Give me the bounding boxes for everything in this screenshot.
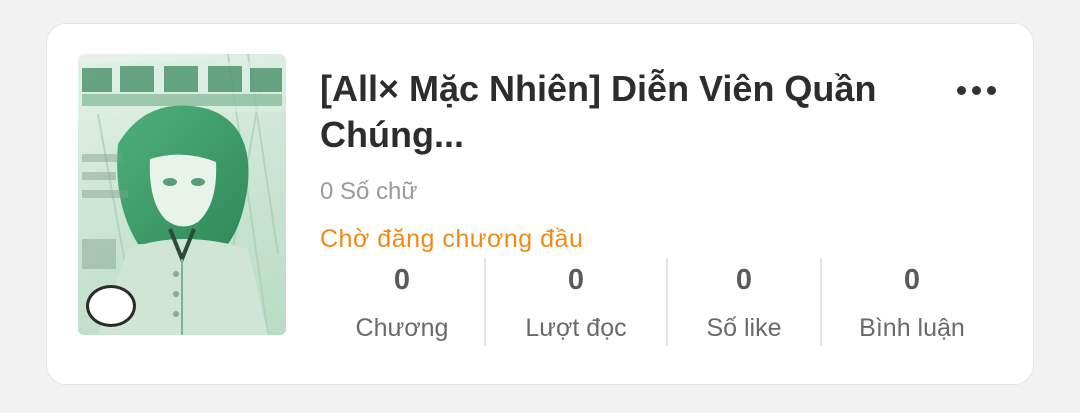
more-options-button[interactable] <box>948 72 1004 108</box>
stat-value: 0 <box>393 264 411 296</box>
more-dots-icon <box>956 85 966 95</box>
status-text: Chờ đăng chương đầu <box>320 225 584 253</box>
stat-label: Chương <box>355 314 449 342</box>
stat-value: 0 <box>567 264 585 296</box>
more-dots-icon <box>986 85 996 95</box>
more-dots-icon <box>971 85 981 95</box>
stat-comments: 0 Bình luận <box>822 258 1002 346</box>
stat-label: Số like <box>706 314 782 342</box>
word-count: 0 Số chữ <box>320 178 418 205</box>
book-title[interactable]: [All× Mặc Nhiên] Diễn Viên Quần Chúng... <box>320 66 920 158</box>
cover-badge-icon <box>86 285 136 327</box>
stat-reads: 0 Lượt đọc <box>486 258 666 346</box>
stat-value: 0 <box>903 264 921 296</box>
stat-label: Lượt đọc <box>525 314 627 342</box>
stat-value: 0 <box>735 264 753 296</box>
book-cover-image[interactable] <box>78 54 286 335</box>
stat-likes: 0 Số like <box>668 258 820 346</box>
stat-chapters: 0 Chương <box>320 258 484 346</box>
stats-row: 0 Chương 0 Lượt đọc 0 Số like 0 Bình luậ… <box>320 258 990 346</box>
stat-label: Bình luận <box>859 314 965 342</box>
